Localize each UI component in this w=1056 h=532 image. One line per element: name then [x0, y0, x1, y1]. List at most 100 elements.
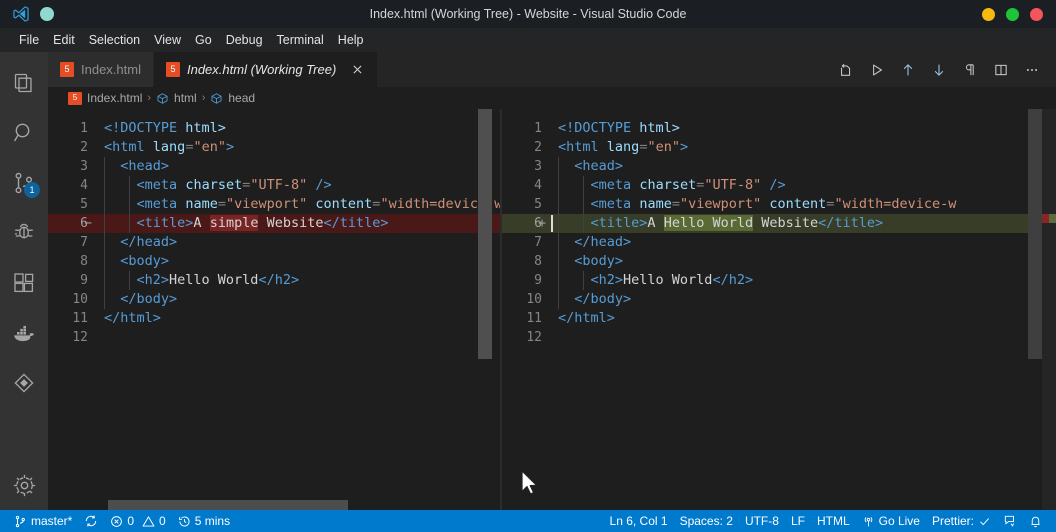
code-token: "UTF-8" [704, 177, 762, 193]
code-line[interactable]: 12 [48, 328, 500, 347]
line-number: 10 [526, 292, 542, 307]
code-line[interactable]: 4 <meta charset="UTF-8" /> [48, 176, 500, 195]
menu-view[interactable]: View [147, 29, 188, 51]
code-line[interactable]: 9 <h2>Hello World</h2> [502, 271, 1056, 290]
code-line[interactable]: 11 </html> [48, 309, 500, 328]
code-line[interactable]: 7 </head> [48, 233, 500, 252]
status-cursor-position[interactable]: Ln 6, Col 1 [604, 510, 674, 532]
sidebar-item-extensions[interactable] [0, 258, 48, 308]
vertical-scrollbar-modified[interactable] [1028, 109, 1042, 510]
menu-selection[interactable]: Selection [82, 29, 147, 51]
menu-debug[interactable]: Debug [219, 29, 270, 51]
tab-index-html-working-tree[interactable]: 5 Index.html (Working Tree) [153, 52, 379, 87]
code-line[interactable]: 1 <!DOCTYPE html> [48, 119, 500, 138]
code-line[interactable]: 8 <body> [502, 252, 1056, 271]
sidebar-item-remote-explorer[interactable] [0, 358, 48, 408]
minimize-button[interactable] [982, 7, 995, 21]
code-token: </body> [120, 291, 178, 307]
status-timer[interactable]: 5 mins [172, 510, 236, 532]
code-line[interactable]: 6 + <title>A Hello World Website</title> [502, 214, 1056, 233]
code-line[interactable]: 10 </body> [48, 290, 500, 309]
close-button[interactable] [1030, 7, 1043, 21]
code-line[interactable]: 6− <title>A simple Website</title> [48, 214, 500, 233]
menu-file[interactable]: File [12, 29, 46, 51]
code-line[interactable]: 8 <body> [48, 252, 500, 271]
scrollbar-thumb[interactable] [1028, 109, 1042, 359]
code-token: Website [258, 215, 324, 231]
menu-go[interactable]: Go [188, 29, 219, 51]
status-language-label: HTML [816, 514, 850, 528]
menu-help[interactable]: Help [331, 29, 371, 51]
next-change-icon[interactable] [925, 56, 953, 84]
code-token: < [136, 196, 145, 212]
status-encoding[interactable]: UTF-8 [739, 510, 785, 532]
code-line[interactable]: 7 </head> [502, 233, 1056, 252]
status-sync[interactable] [78, 510, 104, 532]
breadcrumb-item-head[interactable]: head [210, 91, 255, 105]
code-line[interactable]: 4 <meta charset="UTF-8" /> [502, 176, 1056, 195]
more-actions-icon[interactable] [1018, 56, 1046, 84]
code-line[interactable]: 12 [502, 328, 1056, 347]
menu-edit[interactable]: Edit [46, 29, 82, 51]
diff-pane-modified[interactable]: 1 <!DOCTYPE html> 2 <html lang="en"> 3 <head… [502, 109, 1056, 510]
code-token: charset [185, 177, 243, 193]
code-line[interactable]: 5 <meta name="viewport" content="width=d… [502, 195, 1056, 214]
previous-change-icon[interactable] [894, 56, 922, 84]
status-prettier[interactable]: Prettier: [926, 510, 997, 532]
status-go-live[interactable]: Go Live [856, 510, 926, 532]
diff-pane-original[interactable]: 1 <!DOCTYPE html> 2 <html lang="en"> 3 <head… [48, 109, 500, 510]
status-notifications[interactable] [1023, 510, 1048, 532]
open-changes-icon[interactable] [832, 56, 860, 84]
sidebar-item-settings[interactable] [0, 460, 48, 510]
code-text: <head> [548, 157, 1056, 176]
code-line[interactable]: 3 <head> [48, 157, 500, 176]
tab-index-html[interactable]: 5 Index.html [48, 52, 154, 87]
sidebar-item-explorer[interactable] [0, 58, 48, 108]
breadcrumb-item-html[interactable]: html [156, 91, 197, 105]
menu-terminal[interactable]: Terminal [270, 29, 331, 51]
scrollbar-thumb[interactable] [478, 109, 492, 359]
breadcrumb-item-file[interactable]: 5 Index.html [68, 91, 142, 105]
sidebar-item-run-debug[interactable] [0, 208, 48, 258]
tab-bar: 5 Index.html 5 Index.html (Working Tree) [48, 52, 1056, 87]
tab-label: Index.html (Working Tree) [186, 62, 337, 77]
status-language-mode[interactable]: HTML [811, 510, 856, 532]
code-line[interactable]: 10 </body> [502, 290, 1056, 309]
sidebar-item-search[interactable] [0, 108, 48, 158]
code-line[interactable]: 2 <html lang="en"> [48, 138, 500, 157]
overview-ruler[interactable] [1042, 109, 1056, 510]
horizontal-scrollbar-original[interactable] [48, 500, 500, 510]
code-line[interactable]: 9 <h2>Hello World</h2> [48, 271, 500, 290]
code-line[interactable]: 5 <meta name="viewport" content="width=d… [48, 195, 500, 214]
code-text: <meta charset="UTF-8" /> [548, 176, 1056, 195]
indent-guide [558, 214, 559, 233]
status-indentation[interactable]: Spaces: 2 [674, 510, 739, 532]
maximize-button[interactable] [1006, 7, 1019, 21]
scrollbar-thumb[interactable] [108, 500, 348, 510]
indent-guide [129, 214, 130, 233]
close-icon[interactable] [349, 62, 365, 78]
code-line[interactable]: 11 </html> [502, 309, 1056, 328]
sidebar-item-docker[interactable] [0, 308, 48, 358]
status-eol[interactable]: LF [785, 510, 811, 532]
line-number: 7 [534, 235, 542, 250]
code-line[interactable]: 2 <html lang="en"> [502, 138, 1056, 157]
status-feedback[interactable] [997, 510, 1023, 532]
whitespace-icon[interactable] [956, 56, 984, 84]
code-line[interactable]: 1 <!DOCTYPE html> [502, 119, 1056, 138]
run-icon[interactable] [863, 56, 891, 84]
status-bar: master* 0 0 5 mins Ln 6, Col 1 Spaces: 2… [0, 510, 1056, 532]
split-editor-icon[interactable] [987, 56, 1015, 84]
code-token: "width=device-w [834, 196, 957, 212]
status-problems[interactable]: 0 0 [104, 510, 171, 532]
vertical-scrollbar-original[interactable] [478, 109, 492, 510]
code-token: Hello World [169, 272, 259, 288]
sidebar-item-source-control[interactable]: 1 [0, 158, 48, 208]
status-branch[interactable]: master* [8, 510, 78, 532]
status-go-live-label: Go Live [878, 514, 920, 528]
code-line[interactable]: 3 <head> [502, 157, 1056, 176]
line-number: 4 [534, 178, 542, 193]
